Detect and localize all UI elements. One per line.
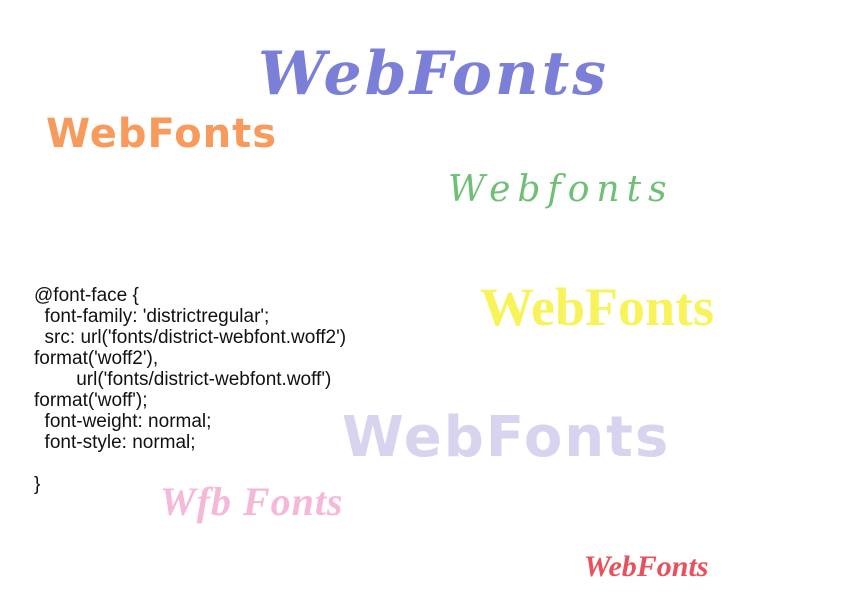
code-line: font-family: 'districtregular'; [34,306,270,327]
code-line: font-style: normal; [34,432,196,453]
code-line: format('woff2'), [34,348,159,369]
webfonts-sample-orange: WebFonts [46,111,278,157]
font-face-code-block: @font-face { font-family: 'districtregul… [34,285,346,495]
code-line: src: url('fonts/district-webfont.woff2') [34,327,347,348]
code-line: url('fonts/district-webfont.woff') [34,369,332,390]
code-line: format('woff'); [34,390,148,411]
webfonts-sample-green: Webfonts [448,169,674,210]
webfonts-sample-yellow: WebFonts [480,277,715,337]
code-line: font-weight: normal; [34,411,212,432]
webfonts-sample-lavender: WebFonts [342,405,671,470]
webfonts-sample-pink: Wfb Fonts [160,479,344,524]
code-line: @font-face { [34,285,139,306]
webfonts-sample-red: WebFonts [584,550,709,583]
webfonts-sample-purple: WebFonts [258,39,610,109]
